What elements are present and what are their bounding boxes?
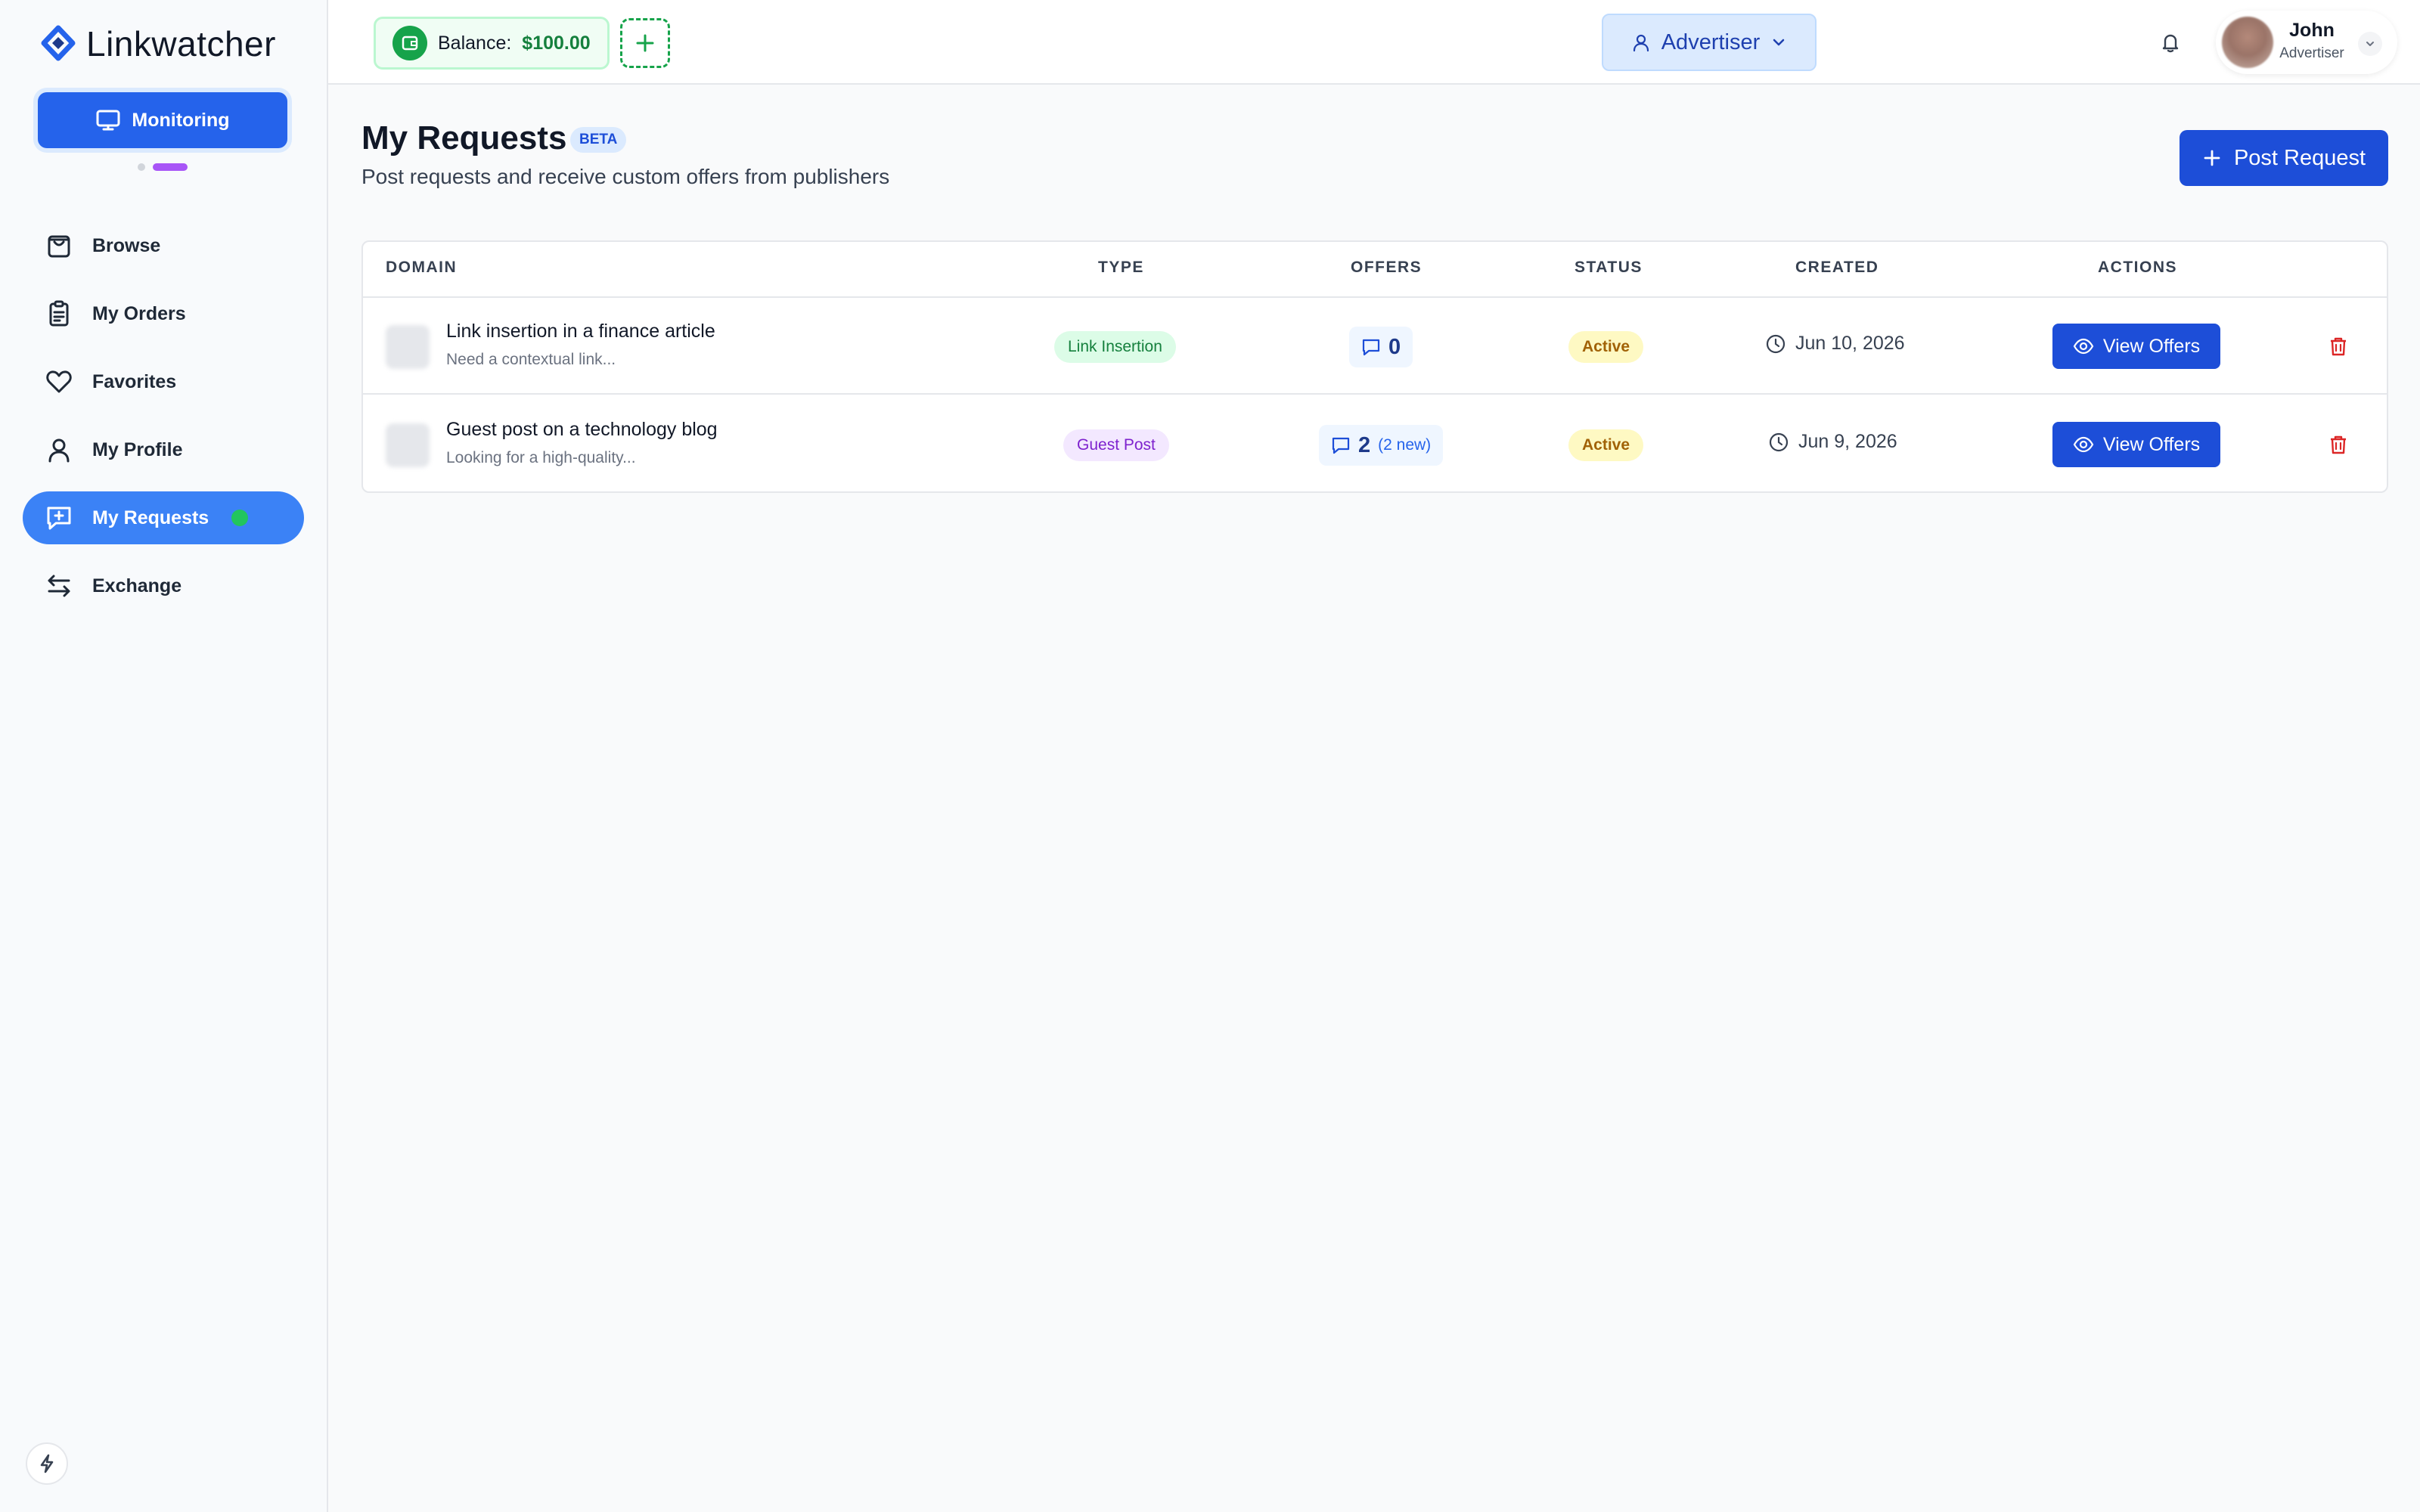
table-row[interactable]: Guest post on a technology blog Looking … bbox=[363, 396, 2387, 493]
sidebar-item-browse[interactable]: Browse bbox=[23, 219, 304, 272]
page-subtitle: Post requests and receive custom offers … bbox=[361, 165, 890, 188]
user-icon bbox=[1633, 34, 1649, 52]
clock-icon bbox=[1769, 432, 1789, 451]
chevron-down-icon bbox=[2366, 42, 2374, 46]
column-header-status: STATUS bbox=[1575, 259, 1643, 276]
offers-count-badge[interactable]: 0 bbox=[1349, 327, 1413, 367]
delete-button[interactable] bbox=[2325, 333, 2352, 360]
offers-count-badge[interactable]: 2 (2 new) bbox=[1319, 425, 1444, 466]
trash-icon bbox=[2331, 337, 2346, 356]
request-title[interactable]: Link insertion in a finance article bbox=[446, 321, 715, 342]
post-request-label: Post Request bbox=[2233, 145, 2366, 170]
column-header-type: TYPE bbox=[1098, 259, 1144, 276]
monitoring-button[interactable]: Monitoring bbox=[38, 92, 287, 148]
sidebar: Linkwatcher Monitoring Browse My Orders bbox=[0, 0, 328, 1512]
sidebar-item-my-requests[interactable]: My Requests bbox=[23, 491, 304, 544]
sidebar-item-label: My Requests bbox=[92, 507, 209, 528]
plus-icon bbox=[636, 34, 654, 52]
trash-icon bbox=[2331, 435, 2346, 454]
sidebar-item-exchange[interactable]: Exchange bbox=[23, 559, 304, 612]
sidebar-item-label: My Profile bbox=[92, 438, 183, 460]
view-offers-button[interactable]: View Offers bbox=[2052, 422, 2220, 467]
domain-thumbnail bbox=[386, 325, 430, 369]
app-name: Linkwatcher bbox=[86, 24, 276, 64]
add-funds-button[interactable] bbox=[620, 18, 670, 68]
message-plus-icon bbox=[44, 503, 74, 533]
role-label: Advertiser bbox=[1661, 29, 1761, 54]
sidebar-item-my-profile[interactable]: My Profile bbox=[23, 423, 304, 476]
indicator-dot-active[interactable] bbox=[153, 163, 188, 171]
sidebar-item-my-orders[interactable]: My Orders bbox=[23, 287, 304, 340]
page-title: My Requests bbox=[361, 119, 567, 156]
type-badge: Guest Post bbox=[1063, 429, 1169, 461]
view-offers-button[interactable]: View Offers bbox=[2052, 324, 2220, 369]
created-date-text: Jun 10, 2026 bbox=[1795, 333, 1905, 354]
created-date: Jun 10, 2026 bbox=[1765, 333, 1905, 355]
user-name: John bbox=[2289, 20, 2335, 41]
sidebar-item-label: Browse bbox=[92, 234, 161, 256]
column-header-domain: DOMAIN bbox=[386, 259, 458, 276]
sidebar-item-label: My Orders bbox=[92, 302, 186, 324]
balance-display[interactable]: Balance: $100.00 bbox=[374, 17, 610, 70]
request-description: Looking for a high-quality... bbox=[446, 449, 636, 466]
linkwatcher-logo-icon bbox=[41, 25, 76, 61]
sidebar-item-label: Favorites bbox=[92, 370, 177, 392]
offers-count: 2 bbox=[1358, 432, 1371, 457]
shopping-bag-icon bbox=[44, 231, 74, 261]
column-header-offers: OFFERS bbox=[1351, 259, 1423, 276]
arrows-exchange-icon bbox=[44, 571, 74, 601]
sidebar-nav: Browse My Orders Favorites My Profile My… bbox=[23, 219, 304, 627]
wallet-icon bbox=[392, 26, 427, 60]
status-badge: Active bbox=[1568, 331, 1644, 363]
eye-icon bbox=[2073, 338, 2094, 355]
balance-label: Balance: bbox=[438, 32, 512, 54]
requests-table: DOMAIN TYPE OFFERS STATUS CREATED ACTION… bbox=[361, 240, 2388, 493]
carousel-indicator[interactable] bbox=[138, 163, 188, 171]
balance-amount: $100.00 bbox=[522, 32, 591, 54]
created-date-text: Jun 9, 2026 bbox=[1798, 431, 1897, 452]
offers-count: 0 bbox=[1388, 334, 1401, 359]
avatar[interactable] bbox=[2222, 17, 2273, 68]
sidebar-item-favorites[interactable]: Favorites bbox=[23, 355, 304, 408]
created-date: Jun 9, 2026 bbox=[1768, 431, 1897, 453]
logo[interactable]: Linkwatcher bbox=[39, 23, 276, 65]
top-bar: Balance: $100.00 bbox=[328, 0, 2420, 85]
user-role: Advertiser bbox=[2279, 45, 2344, 61]
chevron-down-icon bbox=[1773, 39, 1785, 46]
eye-icon bbox=[2073, 436, 2094, 453]
clipboard-icon bbox=[44, 299, 74, 329]
request-description: Need a contextual link... bbox=[446, 351, 616, 368]
role-selector[interactable]: Advertiser bbox=[1602, 14, 1817, 71]
request-title[interactable]: Guest post on a technology blog bbox=[446, 419, 718, 441]
message-icon bbox=[1362, 339, 1380, 356]
heart-icon bbox=[44, 367, 74, 397]
user-icon bbox=[44, 435, 74, 465]
monitor-icon bbox=[96, 110, 120, 131]
delete-button[interactable] bbox=[2325, 431, 2352, 458]
offers-new-count: (2 new) bbox=[1378, 436, 1432, 454]
view-offers-label: View Offers bbox=[2102, 335, 2201, 357]
monitoring-label: Monitoring bbox=[132, 109, 230, 131]
notifications-button[interactable] bbox=[2152, 24, 2189, 60]
domain-thumbnail bbox=[386, 423, 430, 467]
clock-icon bbox=[1766, 334, 1786, 353]
column-header-created: CREATED bbox=[1795, 259, 1879, 276]
table-row[interactable]: Link insertion in a finance article Need… bbox=[363, 298, 2387, 395]
message-icon bbox=[1332, 437, 1350, 454]
notification-dot bbox=[231, 510, 249, 526]
plus-icon bbox=[2204, 150, 2220, 166]
status-badge: Active bbox=[1568, 429, 1644, 461]
bolt-icon bbox=[40, 1454, 54, 1473]
indicator-dot[interactable] bbox=[138, 163, 145, 171]
bell-icon bbox=[2162, 34, 2179, 53]
quick-action-button[interactable] bbox=[26, 1442, 68, 1485]
sidebar-item-label: Exchange bbox=[92, 575, 182, 596]
column-header-actions: ACTIONS bbox=[2098, 259, 2177, 276]
beta-badge: BETA bbox=[570, 127, 627, 153]
user-menu-toggle[interactable] bbox=[2358, 32, 2382, 56]
type-badge: Link Insertion bbox=[1054, 331, 1176, 363]
post-request-button[interactable]: Post Request bbox=[2180, 130, 2388, 186]
view-offers-label: View Offers bbox=[2102, 433, 2201, 455]
